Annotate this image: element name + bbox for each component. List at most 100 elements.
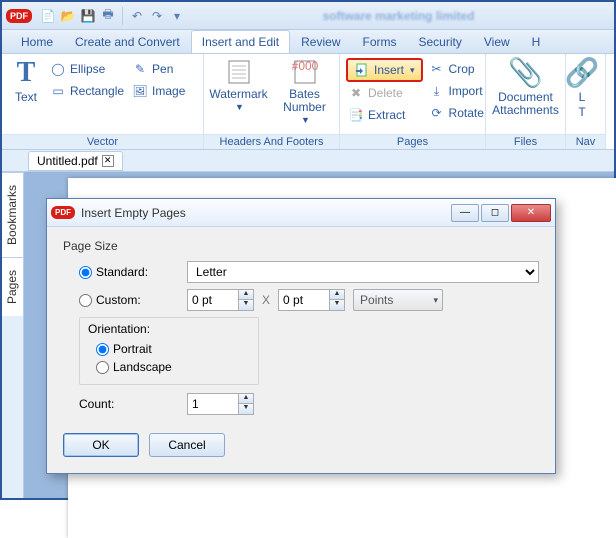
insert-icon [354,63,370,77]
document-tab-label: Untitled.pdf [37,154,98,168]
ribbon-group-vector: T Text ◯ Ellipse ▭ Rectangle ✎ Pen [2,54,204,149]
close-icon[interactable]: ✕ [102,155,114,167]
rectangle-tool-button[interactable]: ▭ Rectangle [48,80,126,102]
extract-icon: 📑 [348,108,364,122]
delete-icon: ✖ [348,86,364,100]
qat-print-icon[interactable]: 🖶 [99,7,117,25]
count-label: Count: [79,397,179,411]
tab-review[interactable]: Review [290,30,351,53]
standard-radio[interactable] [79,266,92,279]
import-icon: ⤓ [429,84,445,99]
group-label-files: Files [486,134,565,149]
doc-attach-label: Document Attachments [492,91,559,117]
page-size-label: Page Size [63,239,539,253]
crop-page-button[interactable]: ✂ Crop [427,58,486,80]
height-spin-buttons[interactable]: ▲▼ [330,289,345,311]
tab-create-convert[interactable]: Create and Convert [64,30,191,53]
qat-separator [122,7,123,25]
side-tabs: Bookmarks Pages [2,172,24,498]
qat-undo-icon[interactable]: ↶ [128,7,146,25]
links-button[interactable]: 🔗 L T [572,58,592,119]
width-spin-buttons[interactable]: ▲▼ [239,289,254,311]
tab-forms[interactable]: Forms [352,30,408,53]
landscape-radio-label[interactable]: Landscape [96,358,250,376]
qat-new-icon[interactable]: 📄 [39,7,57,25]
orientation-label: Orientation: [88,322,250,336]
cancel-button[interactable]: Cancel [149,433,225,457]
group-label-headers-footers: Headers And Footers [204,134,339,149]
portrait-radio-label[interactable]: Portrait [96,340,250,358]
qat-redo-icon[interactable]: ↷ [148,7,166,25]
document-tab[interactable]: Untitled.pdf ✕ [28,151,123,171]
qat-save-icon[interactable]: 💾 [79,7,97,25]
group-label-pages: Pages [340,134,485,149]
dialog-title: Insert Empty Pages [81,206,449,220]
tab-insert-edit[interactable]: Insert and Edit [191,30,290,53]
qat-open-icon[interactable]: 📂 [59,7,77,25]
bates-icon: #000 [291,58,319,86]
insert-page-button[interactable]: Insert ▾ [346,58,423,82]
paperclip-icon: 📎 [508,58,543,89]
custom-label-text: Custom: [96,293,141,307]
sidebar-tab-pages[interactable]: Pages [2,257,23,316]
bates-number-button[interactable]: #000 Bates Number ▼ [277,58,333,126]
minimize-button[interactable]: — [451,204,479,222]
dialog-buttons: OK Cancel [63,433,539,457]
link-icon: 🔗 [565,58,600,89]
custom-radio[interactable] [79,294,92,307]
tab-home[interactable]: Home [10,30,64,53]
watermark-button[interactable]: Watermark ▼ [211,58,267,113]
count-input[interactable] [187,393,239,415]
text-icon: T [17,58,36,89]
delete-page-button: ✖ Delete [346,82,423,104]
document-attachments-button[interactable]: 📎 Document Attachments [492,58,559,117]
import-page-button[interactable]: ⤓ Import [427,80,486,102]
dialog-logo-badge: PDF [51,206,75,219]
standard-radio-label[interactable]: Standard: [79,265,179,279]
ellipse-tool-button[interactable]: ◯ Ellipse [48,58,126,80]
standard-size-select[interactable]: Letter [187,261,539,283]
custom-width-spinner[interactable]: ▲▼ [187,289,254,311]
count-spin-buttons[interactable]: ▲▼ [239,393,254,415]
svg-text:#000: #000 [291,59,318,73]
image-icon: 🖼 [132,84,148,98]
landscape-radio[interactable] [96,361,109,374]
tab-security[interactable]: Security [408,30,473,53]
links-label: L [579,91,586,104]
pen-tool-button[interactable]: ✎ Pen [130,58,187,80]
dimension-separator: X [262,293,270,307]
count-row: Count: ▲▼ [79,393,539,415]
window-title: software marketing limited [187,9,610,23]
portrait-radio[interactable] [96,343,109,356]
ellipse-label: Ellipse [70,62,105,76]
dialog-titlebar[interactable]: PDF Insert Empty Pages — ◻ ✕ [47,199,555,227]
ribbon-tabs: Home Create and Convert Insert and Edit … [2,30,614,54]
landscape-text: Landscape [113,360,172,374]
custom-height-spinner[interactable]: ▲▼ [278,289,345,311]
tab-view[interactable]: View [473,30,521,53]
units-select[interactable]: Points [353,289,443,311]
qat-dropdown-icon[interactable]: ▾ [168,7,186,25]
insert-empty-pages-dialog: PDF Insert Empty Pages — ◻ ✕ Page Size S… [46,198,556,474]
maximize-button[interactable]: ◻ [481,204,509,222]
document-tabs-bar: Untitled.pdf ✕ [2,150,614,172]
links-label2: T [578,106,585,119]
rotate-page-button[interactable]: ⟳ Rotate [427,102,486,124]
image-tool-button[interactable]: 🖼 Image [130,80,187,102]
text-tool-button[interactable]: T Text [8,58,44,104]
custom-width-input[interactable] [187,289,239,311]
ok-button[interactable]: OK [63,433,139,457]
sidebar-tab-bookmarks[interactable]: Bookmarks [2,172,23,257]
custom-height-input[interactable] [278,289,330,311]
chevron-down-icon: ▼ [301,116,310,126]
extract-page-button[interactable]: 📑 Extract [346,104,423,126]
tab-help[interactable]: H [521,30,552,53]
chevron-down-icon: ▼ [235,103,244,113]
close-button[interactable]: ✕ [511,204,551,222]
portrait-text: Portrait [113,342,152,356]
crop-label: Crop [449,62,475,76]
crop-icon: ✂ [429,62,445,76]
count-spinner[interactable]: ▲▼ [187,393,254,415]
custom-radio-label[interactable]: Custom: [79,293,179,307]
app-titlebar: PDF 📄 📂 💾 🖶 ↶ ↷ ▾ software marketing lim… [2,2,614,30]
